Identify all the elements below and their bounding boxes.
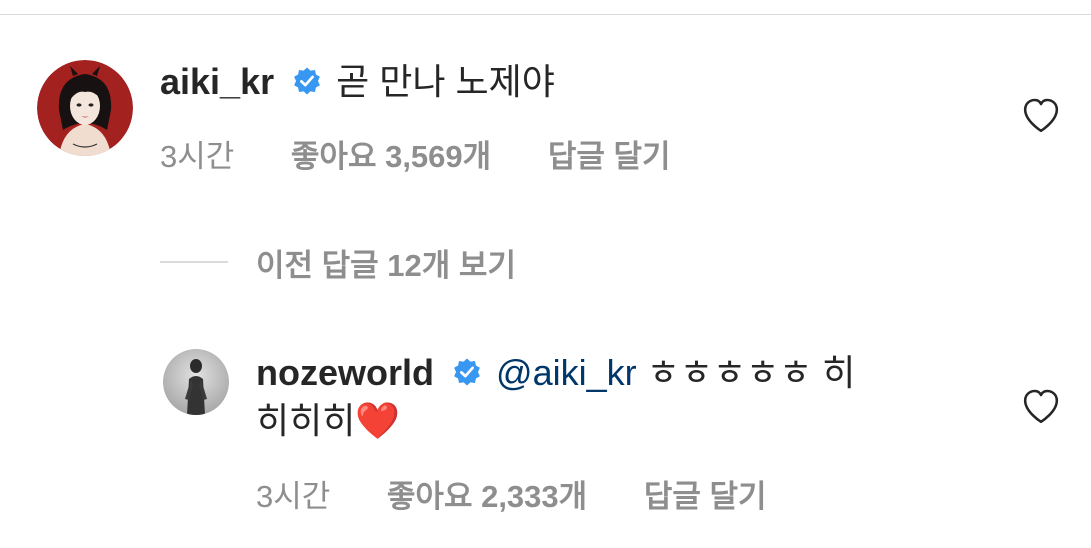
comment-time: 3시간 — [256, 479, 331, 514]
avatar-aiki-kr[interactable] — [37, 60, 133, 156]
reply-button[interactable]: 답글 달기 — [644, 471, 767, 516]
heart-outline-icon[interactable] — [1022, 388, 1060, 429]
thread-line — [160, 261, 228, 263]
likes-count[interactable]: 좋아요 2,333개 — [387, 471, 587, 516]
comment-text-line2: 히히히 — [256, 400, 356, 442]
comment-text-line1: ㅎㅎㅎㅎㅎ 히 — [646, 352, 856, 393]
reply-button[interactable]: 답글 달기 — [548, 131, 671, 176]
comment-meta: 3시간 좋아요 2,333개 답글 달기 — [256, 471, 767, 516]
username-aiki-kr[interactable]: aiki_kr — [160, 61, 274, 102]
view-previous-replies[interactable]: 이전 답글 12개 보기 — [160, 240, 516, 284]
comment-text: 곧 만나 노제야 — [336, 61, 555, 102]
top-divider — [0, 14, 1091, 15]
mention-link[interactable]: @aiki_kr — [496, 352, 637, 393]
verified-badge-icon — [452, 352, 482, 398]
comment-meta: 3시간 좋아요 3,569개 답글 달기 — [160, 131, 671, 176]
avatar-photo — [163, 349, 229, 415]
avatar-illustration — [37, 60, 133, 156]
likes-count[interactable]: 좋아요 3,569개 — [291, 131, 491, 176]
username-nozeworld[interactable]: nozeworld — [256, 352, 434, 393]
avatar-nozeworld[interactable] — [163, 349, 229, 415]
verified-badge-icon — [292, 60, 322, 108]
red-heart-emoji: ❤️ — [355, 400, 401, 442]
comment-time: 3시간 — [160, 139, 235, 174]
view-previous-replies-label[interactable]: 이전 답글 12개 보기 — [256, 240, 516, 285]
heart-outline-icon[interactable] — [1022, 97, 1060, 138]
